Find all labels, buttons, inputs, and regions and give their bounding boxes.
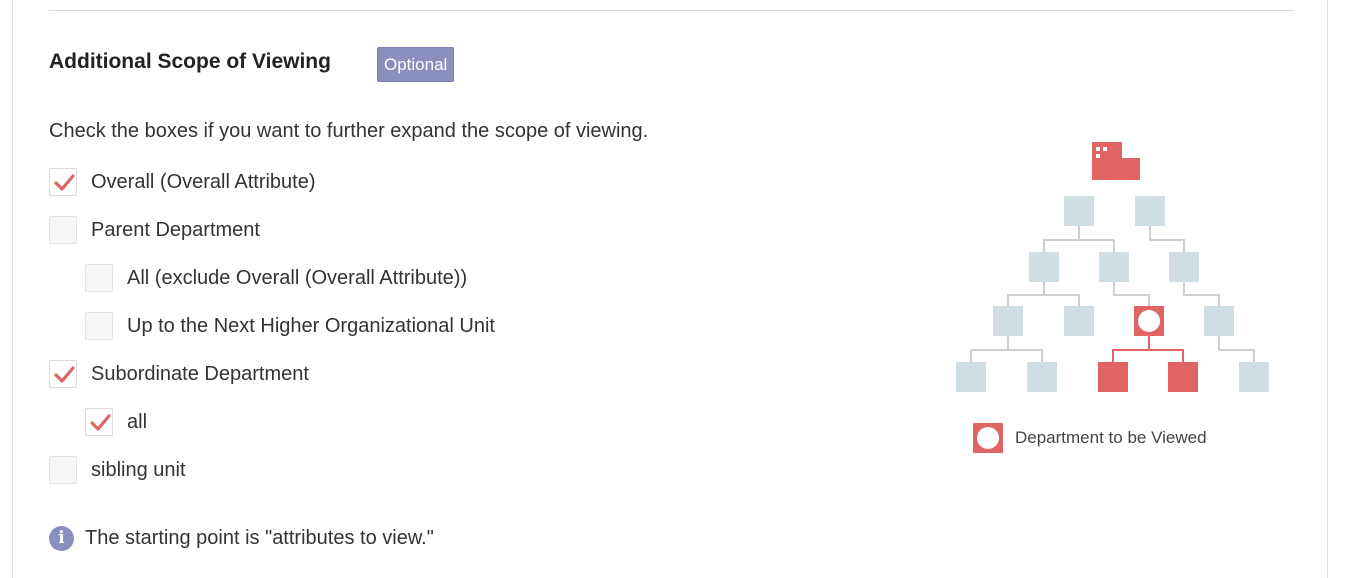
department-node [1064, 196, 1094, 226]
department-to-be-viewed-icon [973, 423, 1003, 453]
section-description: Check the boxes if you want to further e… [49, 120, 649, 142]
legend-label: Department to be Viewed [1015, 428, 1207, 447]
option-label: sibling unit [91, 458, 186, 481]
department-node [1169, 252, 1199, 282]
highlighted-department-node [1168, 362, 1198, 392]
option-label: Parent Department [91, 218, 260, 241]
building-icon [1092, 142, 1140, 180]
option-parent-department[interactable]: Parent Department [49, 215, 260, 245]
option-label: Subordinate Department [91, 362, 309, 385]
optional-badge: Optional [377, 47, 455, 82]
checkbox-subordinate-department[interactable] [49, 360, 77, 388]
option-subordinate-department[interactable]: Subordinate Department [49, 359, 309, 389]
department-node [956, 362, 986, 392]
section-title: Additional Scope of Viewing [49, 50, 331, 73]
option-label: Overall (Overall Attribute) [91, 170, 316, 193]
checkbox-parent-department[interactable] [49, 216, 77, 244]
option-next-higher-unit[interactable]: Up to the Next Higher Organizational Uni… [85, 311, 495, 341]
note-text: The starting point is "attributes to vie… [85, 527, 434, 549]
info-icon: i [49, 526, 74, 551]
option-label: all [127, 410, 148, 433]
department-node [1204, 306, 1234, 336]
connector-lines [970, 226, 1255, 362]
checkmark-icon [54, 366, 75, 383]
department-node [993, 306, 1023, 336]
department-node [1239, 362, 1269, 392]
highlight-connector-lines [1112, 336, 1184, 362]
department-node [1027, 362, 1057, 392]
section-divider [49, 10, 1294, 11]
checkbox-overall[interactable] [49, 168, 77, 196]
option-overall[interactable]: Overall (Overall Attribute) [49, 167, 316, 197]
option-sibling-unit[interactable]: sibling unit [49, 455, 186, 485]
checkbox-parent-all[interactable] [85, 264, 113, 292]
option-subordinate-all[interactable]: all [85, 407, 147, 437]
checkbox-sibling-unit[interactable] [49, 456, 77, 484]
department-node [1029, 252, 1059, 282]
checkmark-icon [54, 174, 75, 191]
checkbox-next-higher-unit[interactable] [85, 312, 113, 340]
checkmark-icon [90, 414, 111, 431]
info-note: i The starting point is "attributes to v… [49, 526, 434, 551]
department-node [1135, 196, 1165, 226]
checkbox-subordinate-all[interactable] [85, 408, 113, 436]
diagram-legend: Department to be Viewed [973, 423, 1207, 453]
option-label: All (exclude Overall (Overall Attribute)… [127, 266, 468, 289]
option-label: Up to the Next Higher Organizational Uni… [127, 314, 495, 337]
option-parent-all[interactable]: All (exclude Overall (Overall Attribute)… [85, 263, 467, 293]
department-to-be-viewed-node [1134, 306, 1164, 336]
department-node [1064, 306, 1094, 336]
org-hierarchy-diagram [956, 142, 1269, 392]
highlighted-department-node [1098, 362, 1128, 392]
department-node [1099, 252, 1129, 282]
